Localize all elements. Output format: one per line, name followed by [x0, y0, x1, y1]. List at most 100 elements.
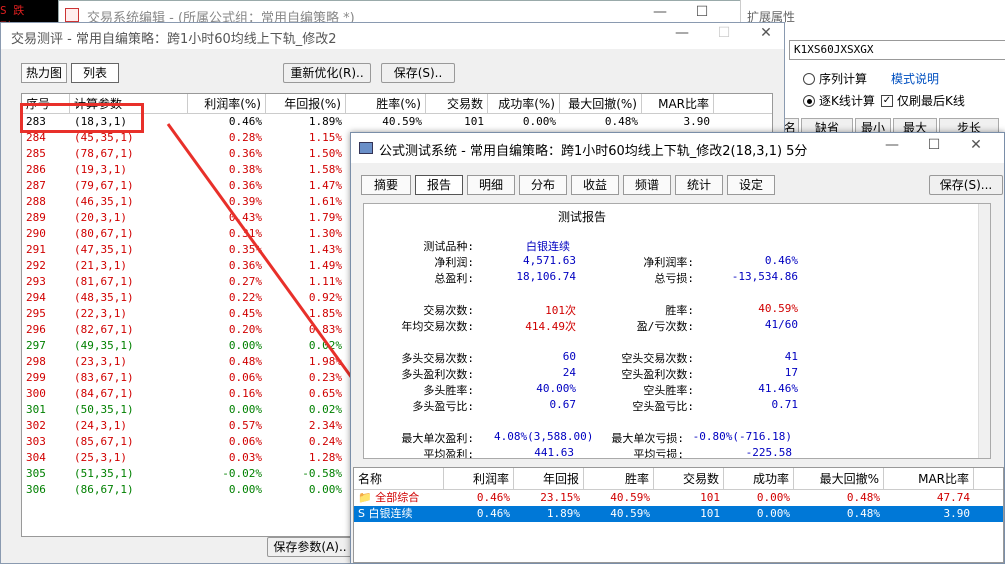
instrument-label: 测试品种:: [423, 240, 474, 253]
table-cell: 289: [26, 211, 46, 224]
table-cell: 0.57%: [228, 419, 262, 432]
report-label: 多头盈利次数:: [401, 368, 474, 381]
column-header[interactable]: 年回报(%): [266, 94, 346, 113]
close-icon[interactable]: ✕: [745, 25, 787, 41]
table-cell: 304: [26, 451, 46, 464]
column-header[interactable]: 年回报: [514, 468, 584, 489]
tab-7[interactable]: 设定: [727, 175, 775, 195]
column-header[interactable]: 胜率: [584, 468, 654, 489]
save-button[interactable]: 保存(S)..: [381, 63, 455, 83]
column-header[interactable]: 名称: [354, 468, 444, 489]
maximize-icon[interactable]: ☐: [681, 4, 723, 20]
tab-2[interactable]: 明细: [467, 175, 515, 195]
column-header[interactable]: 胜率(%): [346, 94, 426, 113]
table-cell: 0.43%: [228, 211, 262, 224]
summary-cell: 0.48%: [846, 507, 880, 520]
summary-row[interactable]: S 白银连续 0.46% 1.89% 40.59% 101 0.00% 0.48% 3.90: [354, 506, 1003, 522]
minimize-icon[interactable]: —: [871, 137, 913, 153]
formula-test-window: 公式测试系统 - 常用自编策略：跨1小时60均线上下轨_修改2(18,3,1) …: [350, 132, 1005, 564]
table-cell: 0.36%: [228, 147, 262, 160]
table-cell: (46,35,1): [74, 195, 134, 208]
summary-cell: 0.46%: [476, 491, 510, 504]
table-cell: 1.98%: [308, 355, 342, 368]
tab-4[interactable]: 收益: [571, 175, 619, 195]
table-cell: 3.90: [683, 115, 711, 128]
column-header[interactable]: 最大回撤(%): [560, 94, 642, 113]
table-cell: 0.06%: [228, 435, 262, 448]
column-header[interactable]: 交易数: [426, 94, 488, 113]
table-cell: 0.48%: [228, 355, 262, 368]
summary-cell: 3.90: [943, 507, 971, 520]
summary-row[interactable]: 📁 全部综合 0.46% 23.15% 40.59% 101 0.00% 0.48% 47.7…: [354, 490, 1003, 506]
table-cell: 286: [26, 163, 46, 176]
column-header[interactable]: MAR比率: [642, 94, 714, 113]
table-cell: 0.24%: [308, 435, 342, 448]
tab-5[interactable]: 频谱: [623, 175, 671, 195]
last-only-checkbox[interactable]: ✓ 仅刷最后K线: [881, 92, 965, 109]
report-scrollbar[interactable]: [978, 204, 990, 458]
save-params-button[interactable]: 保存参数(A)..: [267, 537, 353, 557]
table-cell: 0.00%: [308, 483, 342, 496]
table-cell: 0.35%: [228, 243, 262, 256]
report-label: 空头盈亏比:: [632, 400, 694, 413]
summary-cell: 0.00%: [756, 507, 790, 520]
report-value: 101次: [545, 304, 576, 317]
table-cell: 287: [26, 179, 46, 192]
table-cell: 0.38%: [228, 163, 262, 176]
table-cell: 0.39%: [228, 195, 262, 208]
table-cell: 0.27%: [228, 275, 262, 288]
table-cell: 0.00%: [522, 115, 556, 128]
maximize-icon[interactable]: ☐: [913, 137, 955, 153]
table-cell: 0.92%: [308, 291, 342, 304]
summary-cell: 101: [700, 507, 720, 520]
column-header[interactable]: 交易数: [654, 468, 724, 489]
table-cell: 0.03%: [228, 451, 262, 464]
report-title: 测试报告: [558, 210, 607, 224]
minimize-icon[interactable]: —: [639, 4, 681, 20]
table-cell: 0.83%: [308, 323, 342, 336]
test-title: 交易测评 - 常用自编策略：跨1小时60均线上下轨_修改2: [11, 32, 337, 47]
mode-link[interactable]: 模式说明: [891, 70, 939, 87]
report-value: 0.67: [549, 398, 577, 411]
app-icon: [65, 8, 79, 22]
column-header[interactable]: 成功率: [724, 468, 794, 489]
report-label: 空头交易次数:: [621, 352, 694, 365]
column-header[interactable]: 成功率(%): [488, 94, 560, 113]
formula-save-button[interactable]: 保存(S)...: [929, 175, 1003, 195]
table-cell: 293: [26, 275, 46, 288]
summary-cell: 📁 全部综合: [358, 491, 420, 504]
tab-6[interactable]: 统计: [675, 175, 723, 195]
reoptimize-button[interactable]: 重新优化(R)..: [283, 63, 371, 83]
column-header[interactable]: 利润率(%): [188, 94, 266, 113]
table-cell: (80,67,1): [74, 227, 134, 240]
column-header[interactable]: 最大回撤%: [794, 468, 884, 489]
close-icon[interactable]: ✕: [955, 137, 997, 153]
tab-heatmap[interactable]: 热力图: [21, 63, 67, 83]
tick-radio[interactable]: 逐K线计算: [803, 92, 875, 109]
table-cell: 40.59%: [382, 115, 422, 128]
column-header[interactable]: 利润率: [444, 468, 514, 489]
minimize-icon[interactable]: —: [661, 25, 703, 41]
seq-radio[interactable]: 序列计算: [803, 70, 867, 87]
tab-list[interactable]: 列表: [71, 63, 119, 83]
report-label: 平均亏损:: [633, 448, 684, 459]
table-cell: (84,67,1): [74, 387, 134, 400]
table-cell: 1.58%: [308, 163, 342, 176]
highlight-box: [20, 103, 144, 133]
report-label: 多头胜率:: [423, 384, 474, 397]
report-value: 414.49次: [525, 320, 576, 333]
window-icon: [359, 142, 373, 154]
column-header[interactable]: MAR比率: [884, 468, 974, 489]
table-cell: 0.02%: [308, 403, 342, 416]
table-cell: 0.16%: [228, 387, 262, 400]
report-label: 盈/亏次数:: [636, 320, 694, 333]
report-value: 18,106.74: [516, 270, 576, 283]
table-cell: 0.36%: [228, 259, 262, 272]
report-label: 多头交易次数:: [401, 352, 474, 365]
tab-1[interactable]: 报告: [415, 175, 463, 195]
table-cell: 298: [26, 355, 46, 368]
formula-title: 公式测试系统 - 常用自编策略：跨1小时60均线上下轨_修改2(18,3,1) …: [379, 144, 808, 159]
code-field[interactable]: K1XS60JXSXGX: [789, 40, 1005, 60]
tab-3[interactable]: 分布: [519, 175, 567, 195]
tab-0[interactable]: 摘要: [361, 175, 411, 195]
